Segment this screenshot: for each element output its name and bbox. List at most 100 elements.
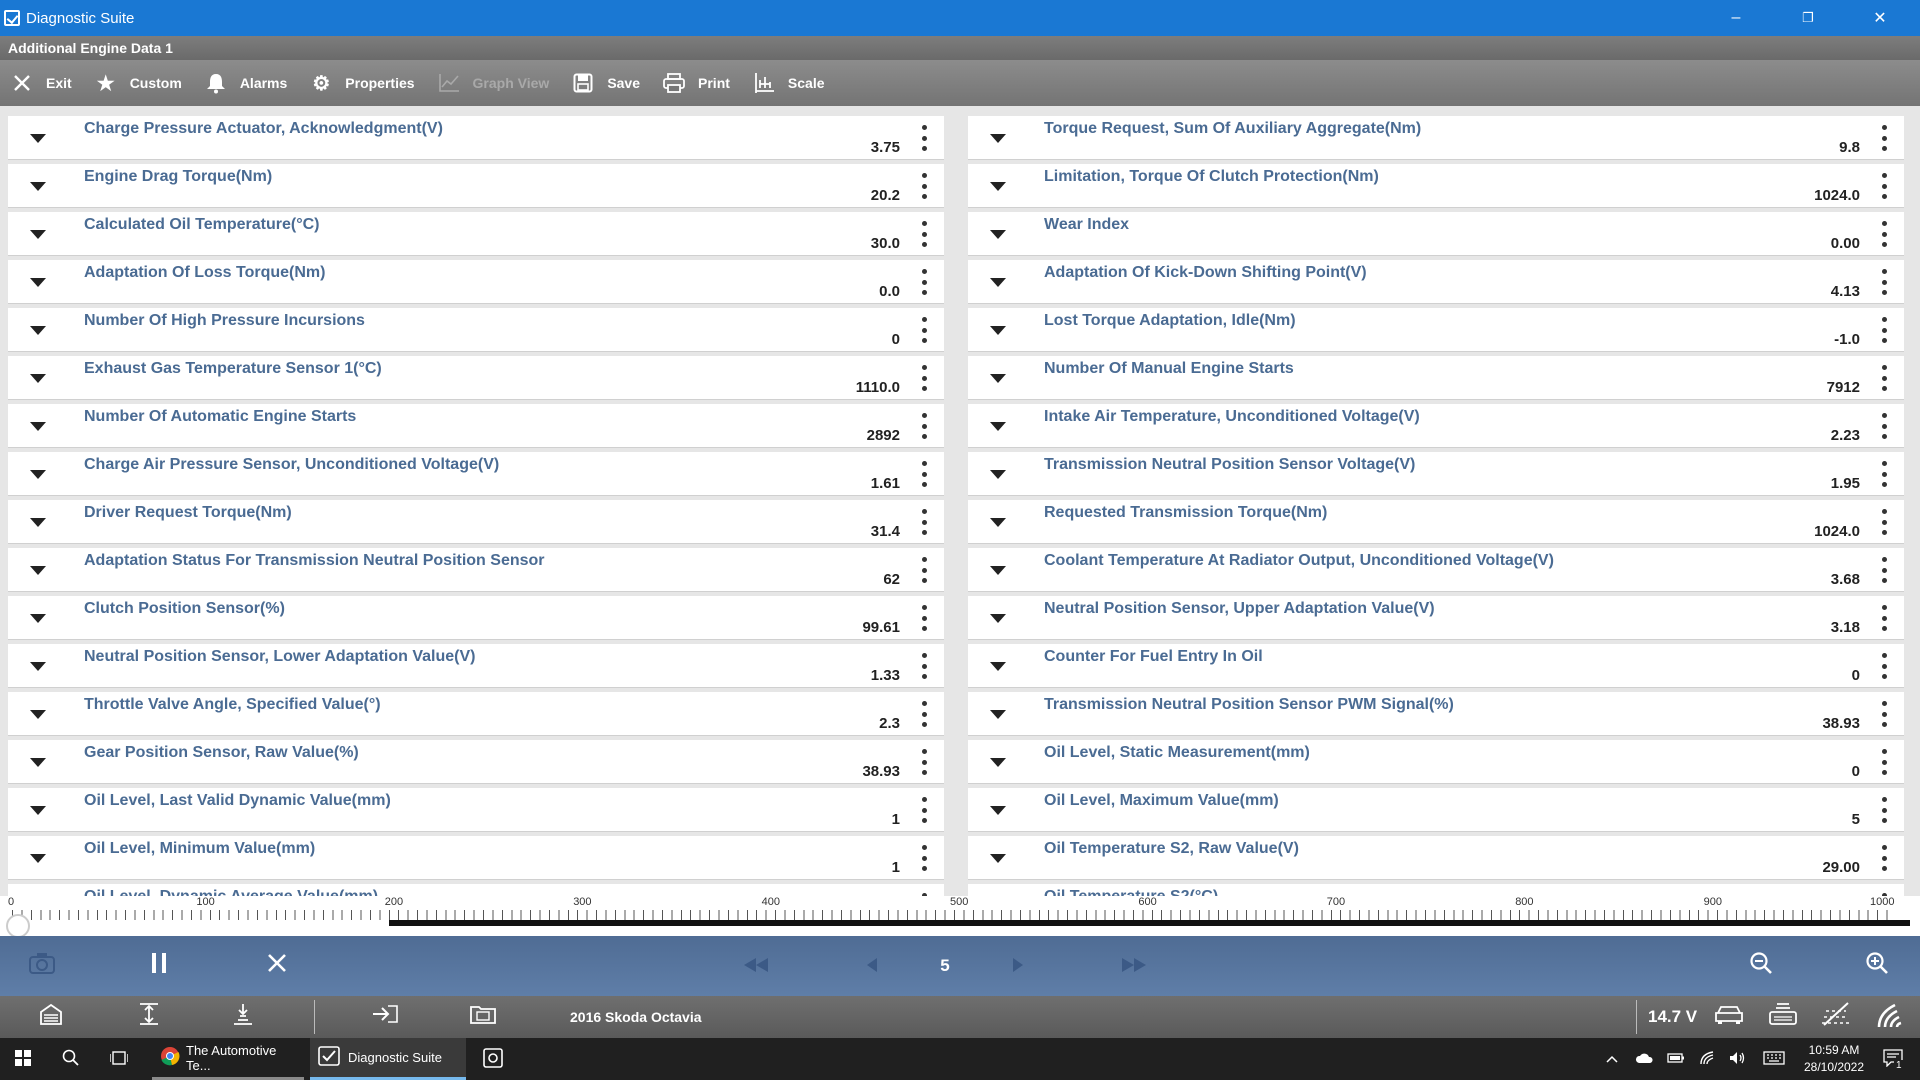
parameter-row[interactable]: Adaptation Of Kick-Down Shifting Point(V… [968,260,1904,304]
parameter-row[interactable]: Adaptation Of Loss Torque(Nm) 0.0 [8,260,944,304]
parameter-row[interactable]: Intake Air Temperature, Unconditioned Vo… [968,404,1904,448]
show-hidden-icons-button[interactable] [1602,1038,1622,1080]
more-options-icon[interactable] [1880,365,1888,391]
camera-button[interactable] [22,936,62,996]
print-button[interactable]: Print [662,60,730,106]
expand-caret-icon[interactable] [990,662,1006,671]
start-button[interactable] [8,1038,38,1080]
expand-caret-icon[interactable] [990,854,1006,863]
parameter-row[interactable]: Counter For Fuel Entry In Oil 0 [968,644,1904,688]
parameter-row[interactable]: Oil Temperature S2, Raw Value(V) 29.00 [968,836,1904,880]
parameter-row[interactable]: Engine Drag Torque(Nm) 20.2 [8,164,944,208]
parameter-row[interactable]: Transmission Neutral Position Sensor Vol… [968,452,1904,496]
expand-caret-icon[interactable] [990,422,1006,431]
more-options-icon[interactable] [920,845,928,871]
action-center-button[interactable]: 1 [1878,1038,1908,1080]
expand-caret-icon[interactable] [30,470,46,479]
more-options-icon[interactable] [1880,317,1888,343]
expand-caret-icon[interactable] [30,278,46,287]
expand-caret-icon[interactable] [30,134,46,143]
parameter-row[interactable]: Lost Torque Adaptation, Idle(Nm) -1.0 [968,308,1904,352]
more-options-icon[interactable] [1880,509,1888,535]
more-options-icon[interactable] [920,125,928,151]
more-options-icon[interactable] [920,269,928,295]
parameter-row[interactable]: Oil Temperature S2(°C) [968,884,1904,896]
more-options-icon[interactable] [1880,557,1888,583]
parameter-row[interactable]: Oil Level, Dynamic Average Value(mm) [8,884,944,896]
timeline-thumb[interactable] [6,914,30,938]
minimize-button[interactable]: – [1706,0,1766,36]
exit-button[interactable]: Exit [10,60,72,106]
more-options-icon[interactable] [1880,125,1888,151]
expand-caret-icon[interactable] [30,182,46,191]
more-options-icon[interactable] [920,701,928,727]
parameter-row[interactable]: Oil Level, Static Measurement(mm) 0 [968,740,1904,784]
taskbar-pinned-app[interactable] [478,1038,508,1080]
more-options-icon[interactable] [1880,701,1888,727]
search-button[interactable] [56,1038,86,1080]
more-options-icon[interactable] [920,509,928,535]
more-options-icon[interactable] [920,653,928,679]
more-options-icon[interactable] [920,221,928,247]
parameter-row[interactable]: Neutral Position Sensor, Lower Adaptatio… [8,644,944,688]
parameter-row[interactable]: Number Of Automatic Engine Starts 2892 [8,404,944,448]
parameter-row[interactable]: Charge Pressure Actuator, Acknowledgment… [8,116,944,160]
close-window-button[interactable]: ✕ [1850,0,1910,36]
expand-caret-icon[interactable] [30,854,46,863]
expand-caret-icon[interactable] [990,758,1006,767]
expand-caret-icon[interactable] [990,374,1006,383]
more-options-icon[interactable] [920,797,928,823]
more-options-icon[interactable] [920,749,928,775]
expand-caret-icon[interactable] [30,806,46,815]
expand-caret-icon[interactable] [990,614,1006,623]
parameter-row[interactable]: Calculated Oil Temperature(°C) 30.0 [8,212,944,256]
parameter-row[interactable]: Requested Transmission Torque(Nm) 1024.0 [968,500,1904,544]
more-options-icon[interactable] [920,413,928,439]
properties-button[interactable]: ⚙ Properties [309,60,414,106]
onedrive-tray[interactable] [1632,1038,1656,1080]
task-view-button[interactable] [104,1038,134,1080]
expand-caret-icon[interactable] [30,566,46,575]
parameter-row[interactable]: Transmission Neutral Position Sensor PWM… [968,692,1904,736]
custom-button[interactable]: ★ Custom [94,60,182,106]
more-options-icon[interactable] [1880,413,1888,439]
save-button[interactable]: Save [571,60,640,106]
next-button[interactable] [1008,936,1028,996]
send-button[interactable] [370,996,400,1038]
expand-caret-icon[interactable] [30,710,46,719]
expand-all-button[interactable] [134,996,164,1038]
expand-caret-icon[interactable] [990,230,1006,239]
expand-caret-icon[interactable] [990,806,1006,815]
previous-button[interactable] [862,936,882,996]
alarms-button[interactable]: Alarms [204,60,287,106]
parameter-row[interactable]: Number Of High Pressure Incursions 0 [8,308,944,352]
parameter-row[interactable]: Adaptation Status For Transmission Neutr… [8,548,944,592]
connection-button[interactable] [1766,996,1800,1038]
more-options-icon[interactable] [920,605,928,631]
expand-caret-icon[interactable] [30,230,46,239]
expand-caret-icon[interactable] [990,326,1006,335]
maximize-button[interactable]: ❐ [1778,0,1838,36]
expand-caret-icon[interactable] [30,662,46,671]
link-status-button[interactable] [1818,996,1854,1038]
expand-caret-icon[interactable] [30,758,46,767]
more-options-icon[interactable] [1880,749,1888,775]
expand-caret-icon[interactable] [990,710,1006,719]
collapse-all-button[interactable] [228,996,258,1038]
zoom-in-button[interactable] [1862,936,1892,996]
vci-button[interactable] [1712,996,1746,1038]
more-options-icon[interactable] [1880,605,1888,631]
expand-caret-icon[interactable] [30,614,46,623]
parameter-row[interactable]: Coolant Temperature At Radiator Output, … [968,548,1904,592]
expand-caret-icon[interactable] [990,470,1006,479]
more-options-icon[interactable] [1880,797,1888,823]
expand-caret-icon[interactable] [30,518,46,527]
more-options-icon[interactable] [920,317,928,343]
battery-tray[interactable] [1664,1038,1688,1080]
volume-tray[interactable] [1726,1038,1750,1080]
timeline[interactable]: 0 100 200 300 400 500 600 700 800 900 1000 [0,896,1920,938]
graph-view-button[interactable]: Graph View [437,60,549,106]
home-button[interactable] [36,996,66,1038]
parameter-row[interactable]: Exhaust Gas Temperature Sensor 1(°C) 1110… [8,356,944,400]
parameter-row[interactable]: Oil Level, Minimum Value(mm) 1 [8,836,944,880]
